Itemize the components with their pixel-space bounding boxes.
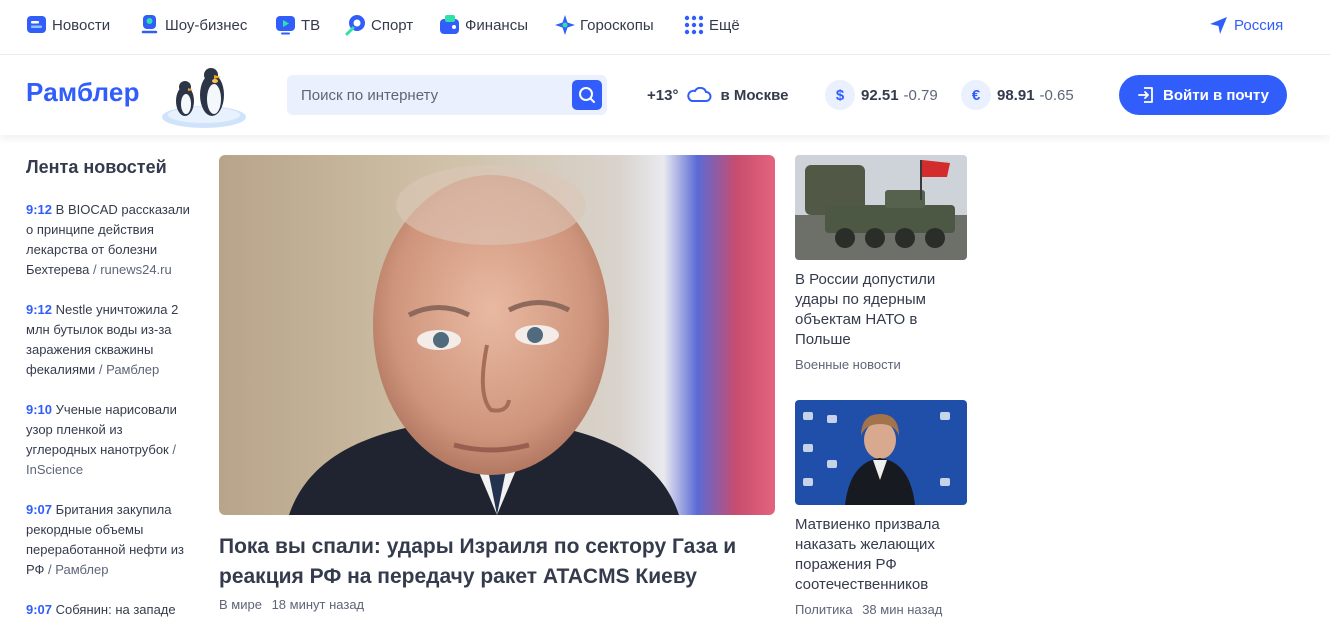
nav-item-label: Новости <box>52 16 111 34</box>
login-mail-button[interactable]: Войти в почту <box>1119 75 1287 115</box>
wallet-icon <box>439 14 461 36</box>
search-button[interactable] <box>572 80 602 110</box>
nav-item-label: Гороскопы <box>580 16 654 34</box>
rate-change: -0.65 <box>1039 86 1074 104</box>
feed-item-time: 9:12 <box>26 202 53 217</box>
sport-icon <box>345 14 367 36</box>
story-category[interactable]: Военные новости <box>795 357 901 372</box>
nav-item-more[interactable]: Ещё <box>683 12 740 38</box>
feed-item[interactable]: 9:07 Британия закупила рекордные объемы … <box>26 500 196 580</box>
feed-item-time: 9:07 <box>26 602 53 617</box>
nav-item-news[interactable]: Новости <box>26 12 110 38</box>
cloud-icon <box>686 86 712 103</box>
region-label: Россия <box>1234 16 1284 34</box>
tv-icon <box>275 14 297 36</box>
star-icon <box>554 14 576 36</box>
side-story-title[interactable]: Матвиенко призвала наказать желающих пор… <box>795 515 967 595</box>
nav-item-label: ТВ <box>301 16 321 34</box>
feed-item-source: InScience <box>26 462 84 477</box>
nav-item-label: Ещё <box>709 16 740 34</box>
top-navigation: Новости Шоу-бизнес ТВ Спорт Финансы Горо… <box>0 0 1330 50</box>
story-category[interactable]: В мире <box>219 597 262 612</box>
nav-item-showbiz[interactable]: Шоу-бизнес <box>139 12 247 38</box>
nav-item-horoscope[interactable]: Гороскопы <box>554 12 654 38</box>
region-selector[interactable]: Россия <box>1208 12 1283 38</box>
feed-item-source: Рамблер <box>106 362 160 377</box>
main-story-title[interactable]: Пока вы спали: удары Израиля по сектору … <box>219 532 775 592</box>
story-time: 18 минут назад <box>271 597 365 612</box>
side-story-image[interactable] <box>795 400 967 505</box>
login-label: Войти в почту <box>1163 86 1269 104</box>
microphone-icon <box>139 14 161 36</box>
main-story-meta: В мире 18 минут назад <box>219 597 364 612</box>
nav-item-label: Финансы <box>465 16 528 34</box>
feed-item-time: 9:12 <box>26 302 53 317</box>
feed-item-time: 9:10 <box>26 402 53 417</box>
login-icon <box>1138 87 1153 103</box>
side-story-title[interactable]: В России допустили удары по ядерным объе… <box>795 270 967 350</box>
penguins-logo-illustration <box>152 63 248 131</box>
news-icon <box>26 14 48 36</box>
nav-item-finance[interactable]: Финансы <box>439 12 528 38</box>
dollar-icon: $ <box>825 80 855 110</box>
side-story-image[interactable] <box>795 155 967 260</box>
nav-item-label: Спорт <box>371 16 414 34</box>
rate-change: -0.79 <box>903 86 938 104</box>
weather-city: в Москве <box>720 86 789 104</box>
nav-item-tv[interactable]: ТВ <box>275 12 320 38</box>
side-story-meta: Военные новости <box>795 357 901 372</box>
side-story-meta: Политика 38 мин назад <box>795 602 942 617</box>
search-bar <box>287 75 607 115</box>
rate-value: 92.51 <box>861 86 899 104</box>
feed-item-source: Рамблер <box>55 562 109 577</box>
feed-item-time: 9:07 <box>26 502 53 517</box>
header: Рамблер +13° в Москве $ 92.51 -0. <box>0 55 1330 135</box>
logo[interactable]: Рамблер <box>26 77 140 108</box>
feed-item[interactable]: 9:12 В BIOCAD рассказали о принципе дейс… <box>26 200 196 280</box>
nav-item-label: Шоу-бизнес <box>165 16 248 34</box>
euro-icon: € <box>961 80 991 110</box>
search-icon <box>579 87 595 103</box>
feed-item-text: Собянин: на западе <box>55 602 176 617</box>
temperature: +13° <box>647 86 679 104</box>
usd-rate[interactable]: $ 92.51 -0.79 <box>825 80 938 110</box>
feed-item[interactable]: 9:10 Ученые нарисовали узор пленкой из у… <box>26 400 196 480</box>
main-story-image[interactable] <box>219 155 775 515</box>
weather-widget[interactable]: +13° в Москве <box>647 85 789 105</box>
grid-icon <box>683 14 705 36</box>
feed-item[interactable]: 9:12 Nestle уничтожила 2 млн бутылок вод… <box>26 300 196 380</box>
feed-item-source: runews24.ru <box>100 262 172 277</box>
nav-item-sport[interactable]: Спорт <box>345 12 413 38</box>
feed-title: Лента новостей <box>26 157 167 177</box>
location-arrow-icon <box>1208 14 1230 36</box>
feed-item[interactable]: 9:07 Собянин: на западе <box>26 600 196 621</box>
story-time: 38 мин назад <box>862 602 943 617</box>
rate-value: 98.91 <box>997 86 1035 104</box>
eur-rate[interactable]: € 98.91 -0.65 <box>961 80 1074 110</box>
search-input[interactable] <box>287 75 567 115</box>
story-category[interactable]: Политика <box>795 602 853 617</box>
